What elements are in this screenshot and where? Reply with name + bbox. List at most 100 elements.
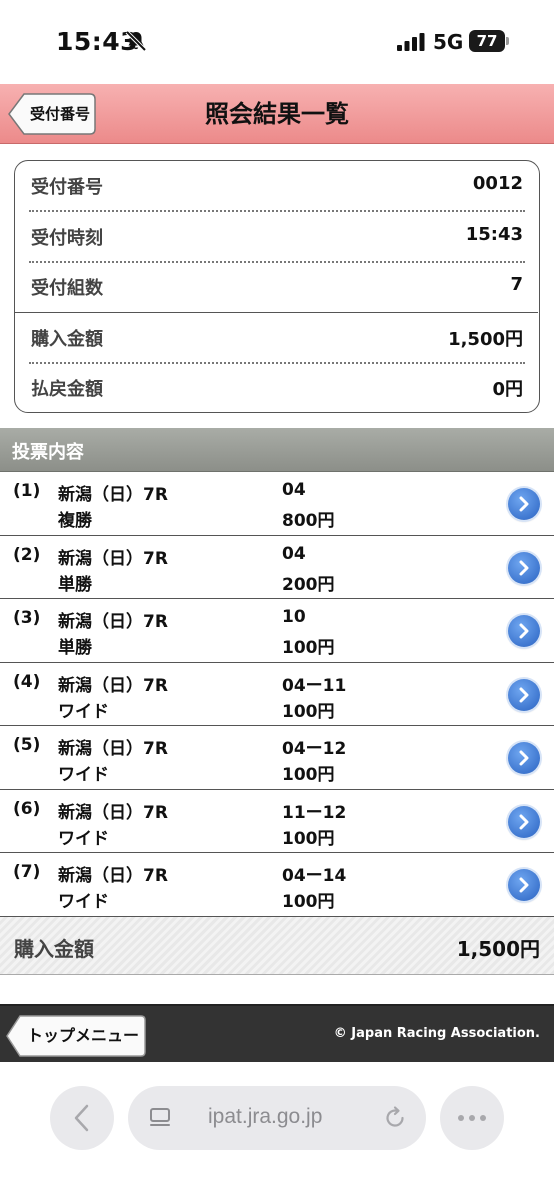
detail-arrow-button[interactable] — [508, 615, 540, 647]
summary-label: 受付番号 — [31, 177, 103, 198]
summary-label: 購入金額 — [31, 329, 103, 350]
ticket-row[interactable]: (3) 新潟（日）7R 単勝 10 100円 — [0, 599, 554, 663]
section-header: 投票内容 — [0, 428, 554, 472]
summary-label: 受付組数 — [31, 278, 103, 299]
reload-icon[interactable] — [382, 1105, 408, 1131]
ticket-horses: 04ー14 — [282, 866, 347, 886]
detail-arrow-button[interactable] — [508, 805, 540, 838]
ticket-amount: 200円 — [282, 574, 335, 595]
signal-icon — [397, 33, 425, 51]
summary-value: 0円 — [492, 379, 523, 400]
ticket-number: (4) — [13, 671, 41, 692]
detail-arrow-button[interactable] — [508, 488, 540, 520]
back-button[interactable]: 受付番号 — [8, 93, 96, 135]
detail-arrow-button[interactable] — [508, 678, 540, 711]
ticket-bet-type: 単勝 — [58, 638, 92, 658]
copyright: © Japan Racing Association. — [333, 1026, 540, 1041]
summary-value: 1,500円 — [448, 329, 523, 350]
ticket-bet-type: 単勝 — [58, 574, 92, 595]
ticket-row[interactable]: (6) 新潟（日）7R ワイド 11ー12 100円 — [0, 789, 554, 853]
ticket-bet-type: ワイド — [58, 828, 109, 849]
ticket-amount: 100円 — [282, 765, 335, 785]
summary-label: 払戻金額 — [31, 379, 103, 400]
detail-arrow-button[interactable] — [508, 742, 540, 774]
ticket-horses: 10 — [282, 607, 306, 627]
ticket-horses: 11ー12 — [282, 802, 347, 823]
ticket-race: 新潟（日）7R — [58, 802, 168, 823]
battery-tip — [506, 37, 509, 45]
chevron-right-icon — [519, 687, 529, 702]
top-menu-label: トップメニュー — [26, 1026, 139, 1045]
ticket-race: 新潟（日）7R — [58, 739, 168, 759]
ticket-horses: 04ー12 — [282, 739, 347, 759]
ticket-number: (7) — [13, 862, 41, 882]
summary-row-purchase-amount: 購入金額 1,500円 — [29, 313, 525, 363]
chevron-right-icon — [519, 814, 529, 829]
ticket-row[interactable]: (5) 新潟（日）7R ワイド 04ー12 100円 — [0, 726, 554, 790]
ticket-race: 新潟（日）7R — [58, 612, 168, 632]
ticket-number: (2) — [13, 544, 41, 565]
ticket-amount: 100円 — [282, 892, 335, 912]
section-title: 投票内容 — [12, 442, 84, 463]
ticket-amount: 100円 — [282, 701, 335, 722]
summary-value: 7 — [510, 274, 523, 295]
ticket-horses: 04 — [282, 480, 306, 500]
summary-label: 受付時刻 — [31, 228, 103, 249]
address-bar[interactable]: ipat.jra.go.jp — [128, 1086, 426, 1150]
summary-row-payout-amount: 払戻金額 0円 — [29, 363, 525, 413]
app-header: 照会結果一覧 受付番号 — [0, 84, 554, 144]
ticket-amount: 100円 — [282, 828, 335, 849]
ticket-number: (1) — [13, 481, 41, 501]
summary-value: 0012 — [472, 173, 523, 194]
detail-arrow-button[interactable] — [508, 869, 540, 901]
battery-level: 77 — [469, 30, 505, 52]
ticket-row[interactable]: (1) 新潟（日）7R 複勝 04 800円 — [0, 472, 554, 536]
status-bar: 15:43 5G 77 — [0, 0, 554, 84]
ticket-number: (3) — [13, 608, 41, 628]
browser-more-button[interactable] — [440, 1086, 504, 1150]
chevron-right-icon — [519, 750, 529, 766]
summary-value: 15:43 — [465, 224, 523, 245]
ticket-bet-type: 複勝 — [58, 511, 92, 531]
ticket-row[interactable]: (4) 新潟（日）7R ワイド 04ー11 100円 — [0, 662, 554, 726]
ticket-list: (1) 新潟（日）7R 複勝 04 800円 (2) 新潟（日）7R 単勝 04… — [0, 472, 554, 917]
battery-icon: 77 — [469, 30, 509, 52]
chevron-right-icon — [519, 623, 529, 639]
total-bar: 購入金額 1,500円 — [0, 917, 554, 975]
total-label: 購入金額 — [14, 937, 94, 961]
ticket-race: 新潟（日）7R — [58, 675, 168, 696]
ticket-row[interactable]: (7) 新潟（日）7R ワイド 04ー14 100円 — [0, 853, 554, 917]
total-value: 1,500円 — [456, 937, 540, 961]
detail-arrow-button[interactable] — [508, 551, 540, 584]
ticket-number: (5) — [13, 735, 41, 755]
ticket-bet-type: ワイド — [58, 765, 109, 785]
browser-back-button[interactable] — [50, 1086, 114, 1150]
page-menu-icon[interactable] — [148, 1106, 172, 1130]
summary-row-receipt-number: 受付番号 0012 — [29, 161, 525, 211]
browser-toolbar: ipat.jra.go.jp — [0, 1062, 554, 1200]
bell-slash-icon — [125, 30, 147, 52]
summary-row-receipt-time: 受付時刻 15:43 — [29, 212, 525, 262]
ticket-amount: 800円 — [282, 511, 335, 531]
top-menu-button[interactable]: トップメニュー — [6, 1015, 146, 1057]
ticket-race: 新潟（日）7R — [58, 548, 168, 569]
chevron-right-icon — [519, 496, 529, 512]
summary-card: 受付番号 0012 受付時刻 15:43 受付組数 7 購入金額 1,500円 … — [14, 160, 540, 413]
chevron-right-icon — [519, 877, 529, 893]
footer-bar: トップメニュー © Japan Racing Association. — [0, 1004, 554, 1062]
chevron-left-icon — [74, 1104, 89, 1132]
ticket-race: 新潟（日）7R — [58, 485, 168, 505]
ticket-bet-type: ワイド — [58, 892, 109, 912]
ticket-race: 新潟（日）7R — [58, 866, 168, 886]
more-icon — [458, 1115, 486, 1121]
ticket-horses: 04ー11 — [282, 675, 347, 696]
ticket-number: (6) — [13, 798, 41, 819]
ticket-row[interactable]: (2) 新潟（日）7R 単勝 04 200円 — [0, 535, 554, 599]
ticket-horses: 04 — [282, 543, 306, 564]
ticket-amount: 100円 — [282, 638, 335, 658]
chevron-right-icon — [519, 560, 529, 575]
summary-row-set-count: 受付組数 7 — [29, 262, 525, 312]
network-label: 5G — [433, 30, 464, 54]
back-button-label: 受付番号 — [29, 105, 90, 123]
ticket-bet-type: ワイド — [58, 701, 109, 722]
